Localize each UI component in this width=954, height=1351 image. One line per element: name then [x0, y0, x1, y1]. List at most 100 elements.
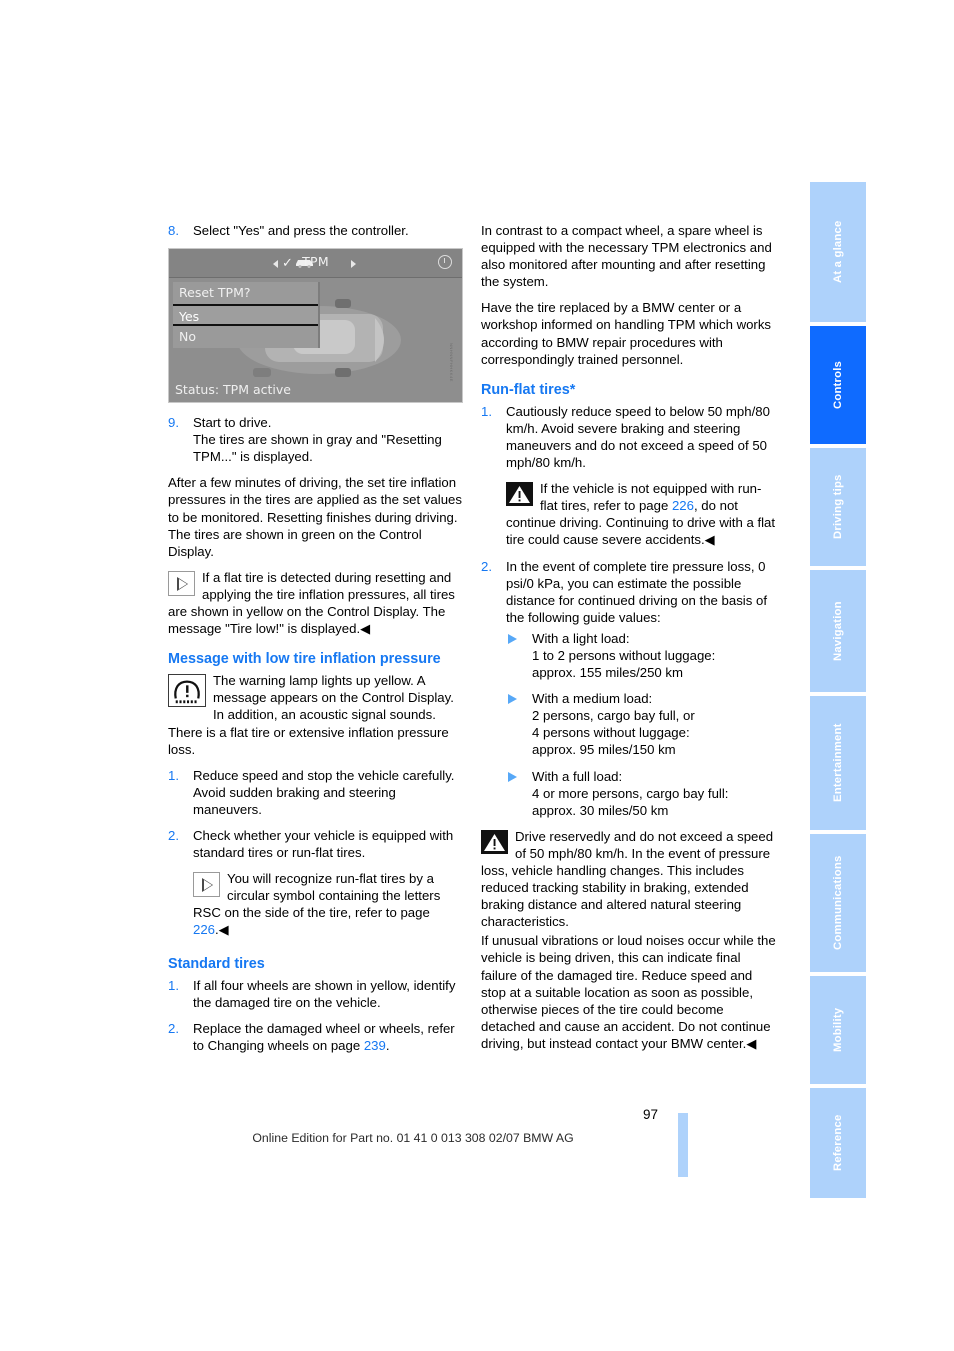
- left-column: 8. Select "Yes" and press the controller…: [168, 222, 463, 1063]
- sidebar-tab-at-a-glance[interactable]: At a glance: [810, 182, 866, 322]
- triangle-bullet-icon: [508, 694, 517, 705]
- figure-id-code: NNHNNFHHKK4E: [449, 343, 454, 382]
- sidebar-tab-label: Driving tips: [832, 474, 844, 540]
- triangle-bullet-icon: [508, 633, 517, 644]
- manual-page: 8. Select "Yes" and press the controller…: [0, 0, 954, 1351]
- tpm-display-figure: ✓ TPM Reset TPM? Yes No Status: TPM acti…: [168, 248, 463, 404]
- warning-not-runflat: If the vehicle is not equipped with run-…: [506, 480, 776, 548]
- sidebar-tab-label: At a glance: [832, 220, 844, 284]
- sidebar-tab-reference[interactable]: Reference: [810, 1088, 866, 1198]
- list-item: 1. Cautiously reduce speed to below 50 m…: [481, 403, 776, 471]
- right-column: In contrast to a compact wheel, a spare …: [481, 222, 776, 1061]
- menu-header: Reset TPM?: [179, 285, 251, 301]
- step-number: 1.: [168, 767, 179, 783]
- warning-text: Drive reservedly and do not exceed a spe…: [481, 828, 774, 930]
- step-text: Check whether your vehicle is equipped w…: [193, 827, 454, 861]
- sidebar-tab-navigation[interactable]: Navigation: [810, 570, 866, 692]
- paragraph-unusual-vibrations: If unusual vibrations or loud noises occ…: [481, 933, 776, 1051]
- step-list-low-pressure: 1. Reduce speed and stop the vehicle car…: [168, 767, 463, 861]
- step-number: 2.: [168, 827, 179, 843]
- footer-accent-bar: [678, 1113, 688, 1177]
- info-icon: [168, 570, 195, 596]
- note-text-end: .◀: [215, 922, 229, 938]
- list-item: With a medium load: 2 persons, cargo bay…: [506, 690, 776, 758]
- step-number: 2.: [481, 558, 492, 574]
- paragraph-resetting: After a few minutes of driving, the set …: [168, 475, 462, 559]
- sidebar-tab-communications[interactable]: Communications: [810, 834, 866, 972]
- note-text: You will recognize run-flat tires by a c…: [193, 871, 441, 921]
- step-text: Replace the damaged wheel or wheels, ref…: [193, 1020, 455, 1053]
- guide-value-text: With a full load: 4 or more persons, car…: [532, 768, 729, 818]
- heading-low-inflation-pressure: Message with low tire inflation pressure: [168, 651, 441, 668]
- info-icon: [193, 872, 220, 898]
- step-text: Reduce speed and stop the vehicle carefu…: [193, 767, 455, 817]
- list-item: With a full load: 4 or more persons, car…: [506, 768, 776, 819]
- list-item: With a light load: 1 to 2 persons withou…: [506, 630, 776, 681]
- footer-edition-text: Online Edition for Part no. 01 41 0 013 …: [252, 1131, 574, 1145]
- guide-value-text: With a medium load: 2 persons, cargo bay…: [532, 691, 695, 758]
- step-text: Cautiously reduce speed to below 50 mph/…: [506, 403, 770, 471]
- menu-item-no[interactable]: No: [173, 326, 318, 348]
- sidebar-tab-label: Entertainment: [832, 723, 844, 803]
- step-text: If all four wheels are shown in yellow, …: [193, 977, 456, 1010]
- step-text: Select "Yes" and press the controller.: [193, 223, 409, 238]
- warning-triangle-icon: [506, 482, 533, 507]
- sidebar-tab-label: Mobility: [832, 1007, 844, 1053]
- list-item: 1. Reduce speed and stop the vehicle car…: [168, 767, 463, 818]
- list-item: 2. Replace the damaged wheel or wheels, …: [168, 1020, 463, 1054]
- chevron-right-icon: [351, 260, 356, 269]
- warning-drive-reservedly: Drive reservedly and do not exceed a spe…: [481, 828, 776, 931]
- figure-body: Reset TPM? Yes No Status: TPM active: [169, 278, 462, 402]
- guide-values-list: With a light load: 1 to 2 persons withou…: [506, 630, 776, 819]
- warning-triangle-icon: [481, 829, 508, 854]
- page-reference-link[interactable]: 226: [193, 922, 215, 937]
- list-item: 2. In the event of complete tire pressur…: [481, 558, 776, 819]
- step-list-runflat-1: 1. Cautiously reduce speed to below 50 m…: [481, 403, 776, 471]
- step-number: 1.: [168, 977, 179, 993]
- sidebar-tab-label: Communications: [832, 855, 844, 951]
- step-number: 2.: [168, 1020, 179, 1036]
- triangle-bullet-icon: [508, 771, 517, 782]
- tire-pressure-lamp-icon: [168, 674, 206, 708]
- step-list-drive: 9. Start to drive. The tires are shown i…: [168, 414, 463, 465]
- note-text: The warning lamp lights up yellow. A mes…: [168, 673, 454, 757]
- sidebar-tab-label: Reference: [832, 1114, 844, 1172]
- step-text: In the event of complete tire pressure l…: [506, 558, 767, 625]
- sidebar-tab-controls[interactable]: Controls: [810, 326, 866, 444]
- paragraph-spare-wheel: In contrast to a compact wheel, a spare …: [481, 223, 772, 290]
- note-rsc-symbol: You will recognize run-flat tires by a c…: [193, 870, 463, 938]
- step-list-runflat-2: 2. In the event of complete tire pressur…: [481, 558, 776, 819]
- page-number: 97: [642, 1107, 658, 1122]
- note-flat-tire-detected: If a flat tire is detected during resett…: [168, 569, 463, 637]
- step-number: 1.: [481, 403, 492, 419]
- sidebar-tab-mobility[interactable]: Mobility: [810, 976, 866, 1084]
- heading-run-flat-tires: Run-flat tires*: [481, 381, 576, 398]
- guide-value-text: With a light load: 1 to 2 persons withou…: [532, 630, 716, 681]
- step-text: Start to drive. The tires are shown in g…: [193, 415, 442, 465]
- list-item: 8. Select "Yes" and press the controller…: [168, 222, 463, 239]
- step-number: 9.: [168, 415, 179, 431]
- reset-tpm-menu[interactable]: Reset TPM? Yes No: [173, 282, 320, 349]
- note-text: If a flat tire is detected during resett…: [168, 569, 455, 637]
- list-item: 2. Check whether your vehicle is equippe…: [168, 827, 463, 861]
- section-tab-sidebar: At a glance Controls Driving tips Naviga…: [810, 182, 866, 1202]
- step-number: 8.: [168, 223, 179, 238]
- list-item: 9. Start to drive. The tires are shown i…: [168, 414, 463, 465]
- paragraph-bmw-center: Have the tire replaced by a BMW center o…: [481, 300, 772, 367]
- sidebar-tab-label: Controls: [832, 360, 844, 410]
- clock-icon: [438, 255, 452, 270]
- heading-standard-tires: Standard tires: [168, 955, 265, 972]
- figure-status-text: Status: TPM active: [175, 382, 291, 397]
- step-list-standard-tires: 1. If all four wheels are shown in yello…: [168, 977, 463, 1054]
- step-list-reset: 8. Select "Yes" and press the controller…: [168, 222, 463, 239]
- page-reference-link[interactable]: 239: [364, 1038, 386, 1053]
- note-warning-lamp: The warning lamp lights up yellow. A mes…: [168, 672, 463, 757]
- menu-item-yes[interactable]: Yes: [173, 304, 318, 327]
- list-item: 1. If all four wheels are shown in yello…: [168, 977, 463, 1011]
- sidebar-tab-label: Navigation: [832, 601, 844, 661]
- page-reference-link[interactable]: 226: [672, 498, 694, 513]
- sidebar-tab-driving-tips[interactable]: Driving tips: [810, 448, 866, 566]
- step-text-end: .: [385, 1037, 390, 1053]
- sidebar-tab-entertainment[interactable]: Entertainment: [810, 696, 866, 830]
- figure-title: TPM: [302, 254, 329, 270]
